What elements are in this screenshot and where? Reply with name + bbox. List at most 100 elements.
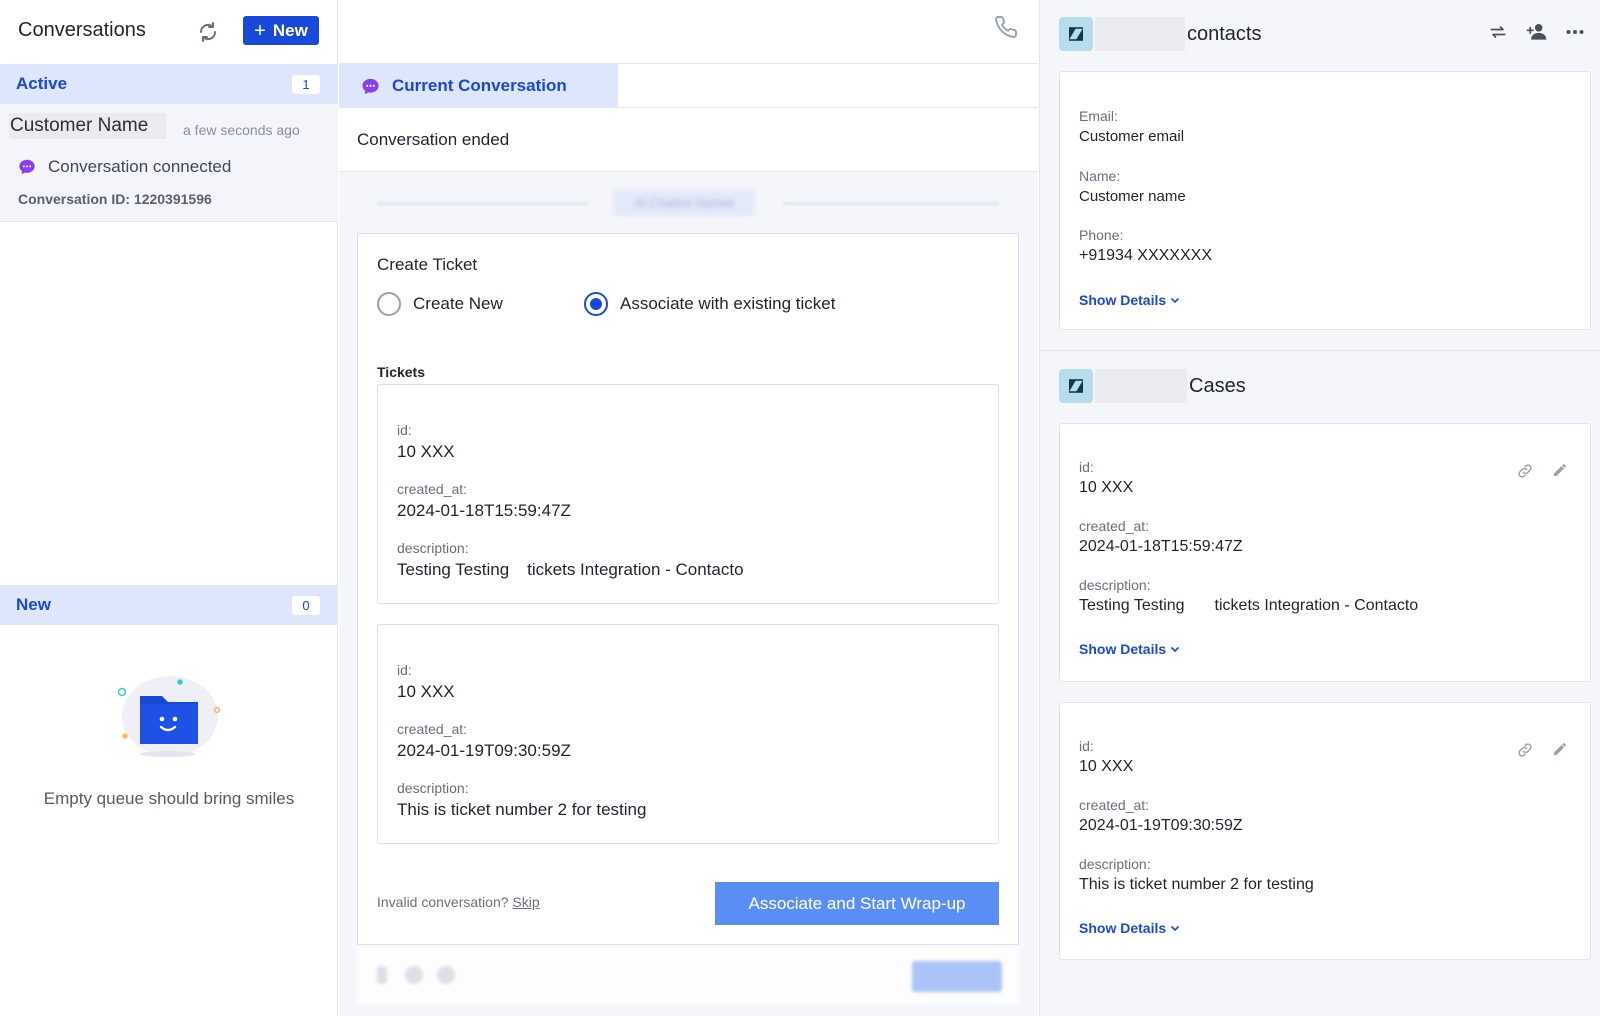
link-case-button[interactable] [1516, 462, 1534, 480]
plus-icon: + [254, 19, 266, 42]
ticket-description-end: tickets Integration - Contacto [527, 560, 744, 579]
refresh-button[interactable] [194, 18, 222, 46]
show-details-label: Show Details [1079, 641, 1167, 657]
conversation-toolbar [339, 0, 1038, 64]
invalid-conversation-text: Invalid conversation? [377, 894, 509, 910]
ticket-card[interactable]: id: 10 XXX created_at: 2024-01-18T15:59:… [377, 384, 999, 604]
section-divider [1040, 350, 1600, 351]
show-details-label: Show Details [1079, 292, 1167, 308]
conversation-panel: Current Conversation Conversation ended … [339, 0, 1038, 1016]
radio-associate-existing-control[interactable] [584, 292, 608, 316]
contact-phone-label: Phone: [1079, 227, 1124, 243]
case-description: This is ticket number 2 for testing [1079, 876, 1314, 893]
contacts-title: contacts [1187, 22, 1262, 45]
chat-bubble-icon [19, 159, 35, 175]
case-show-details-link[interactable]: Show Details [1079, 920, 1180, 936]
conversations-header: Conversations + New [0, 0, 338, 64]
case-description-start: Testing Testing [1079, 597, 1185, 614]
radio-create-new[interactable]: Create New [377, 292, 503, 316]
edit-case-button[interactable] [1552, 462, 1568, 480]
emoji-icon[interactable] [405, 966, 423, 984]
send-button[interactable] [912, 961, 1002, 992]
ticket-created-label: created_at: [397, 481, 468, 497]
link-case-button[interactable] [1516, 741, 1534, 759]
conversation-status-text: Conversation connected [48, 157, 232, 176]
ticket-id: 10 XXX [397, 682, 455, 701]
conversations-title: Conversations [18, 19, 146, 41]
case-description-end: tickets Integration - Contacto [1214, 597, 1419, 614]
tab-current-conversation[interactable]: Current Conversation [339, 64, 618, 108]
case-id: 10 XXX [1079, 758, 1134, 775]
crm-panel: contacts Email: Customer email Name: Cus… [1039, 0, 1600, 1016]
zendesk-logo-icon [1059, 369, 1093, 403]
radio-create-new-label: Create New [413, 294, 503, 313]
contact-email-label: Email: [1079, 108, 1118, 124]
phone-button[interactable] [994, 15, 1018, 44]
contacts-actions [1488, 22, 1584, 42]
ticket-created-at: 2024-01-19T09:30:59Z [397, 741, 571, 760]
pencil-icon [1554, 743, 1566, 755]
create-ticket-title: Create Ticket [377, 255, 478, 274]
cases-header: Cases [1059, 369, 1246, 403]
case-card-actions [1516, 462, 1568, 480]
case-description-label: description: [1079, 856, 1151, 872]
chat-bubble-icon [362, 78, 379, 94]
new-section-header[interactable]: New 0 [0, 585, 338, 625]
contact-name-label: Name: [1079, 168, 1121, 184]
canned-reply-icon[interactable] [437, 966, 455, 984]
ticket-description-label: description: [397, 540, 469, 556]
more-options-button[interactable] [1566, 29, 1584, 35]
swap-button[interactable] [1488, 22, 1508, 42]
new-section-label: New [16, 595, 51, 614]
cases-title: Cases [1189, 374, 1246, 397]
conversations-panel: Conversations + New Active 1 Customer Na… [0, 0, 338, 1016]
conversation-status: Conversation connected [18, 157, 231, 177]
redacted-text [1095, 17, 1185, 51]
radio-associate-existing[interactable]: Associate with existing ticket [584, 292, 835, 316]
chevron-down-icon [1171, 297, 1180, 304]
conversation-time: a few seconds ago [183, 122, 300, 138]
case-card: id: 10 XXX created_at: 2024-01-18T15:59:… [1059, 423, 1591, 682]
ticket-card[interactable]: id: 10 XXX created_at: 2024-01-19T09:30:… [377, 624, 999, 844]
show-details-label: Show Details [1079, 920, 1167, 936]
new-conversation-button[interactable]: + New [243, 16, 319, 45]
case-show-details-link[interactable]: Show Details [1079, 641, 1180, 657]
link-icon [1518, 743, 1532, 757]
associate-wrapup-button[interactable]: Associate and Start Wrap-up [715, 882, 999, 925]
attach-icon[interactable] [377, 966, 387, 984]
case-description-label: description: [1079, 577, 1151, 593]
case-created-label: created_at: [1079, 797, 1150, 813]
message-composer [357, 946, 1019, 1004]
active-section-header[interactable]: Active 1 [0, 64, 338, 104]
swap-icon [1490, 26, 1506, 38]
conversation-id: Conversation ID: 1220391596 [18, 191, 212, 207]
skip-link[interactable]: Skip [512, 894, 539, 910]
redacted-text [1095, 369, 1187, 403]
radio-create-new-control[interactable] [377, 292, 401, 316]
create-ticket-form: Create Ticket Create New Associate with … [357, 233, 1019, 945]
contact-card: Email: Customer email Name: Customer nam… [1059, 71, 1591, 330]
tab-current-conversation-label: Current Conversation [392, 76, 567, 95]
empty-queue-illustration [112, 670, 232, 760]
zendesk-logo-icon [1059, 17, 1093, 51]
ticket-created-at: 2024-01-18T15:59:47Z [397, 501, 571, 520]
refresh-icon [199, 22, 217, 42]
case-id: 10 XXX [1079, 479, 1134, 496]
ticket-id: 10 XXX [397, 442, 455, 461]
ticket-description-start: Testing Testing [397, 560, 510, 579]
invalid-conversation-note: Invalid conversation? Skip [377, 894, 540, 910]
pencil-icon [1554, 464, 1566, 476]
edit-case-button[interactable] [1552, 741, 1568, 759]
ticket-id-label: id: [397, 662, 412, 678]
timeline-divider-right [783, 202, 999, 205]
add-user-icon [1526, 23, 1547, 40]
conversation-list-item[interactable]: Customer Name a few seconds ago Conversa… [0, 104, 338, 222]
radio-associate-existing-label: Associate with existing ticket [620, 294, 836, 313]
add-contact-button[interactable] [1526, 22, 1548, 42]
timeline-divider-left [377, 202, 589, 205]
contact-name: Customer name [1079, 188, 1186, 205]
contact-show-details-link[interactable]: Show Details [1079, 292, 1180, 308]
active-section-label: Active [16, 74, 68, 93]
case-created-at: 2024-01-18T15:59:47Z [1079, 538, 1243, 555]
contact-email: Customer email [1079, 128, 1185, 145]
